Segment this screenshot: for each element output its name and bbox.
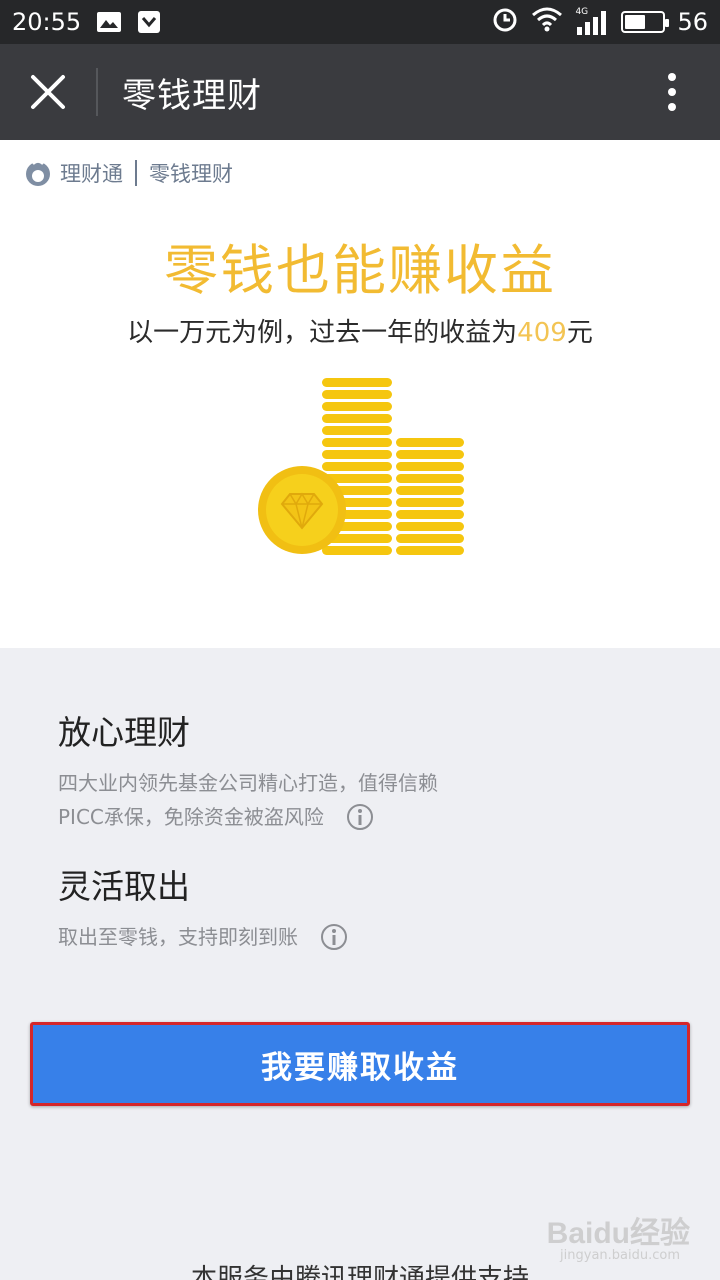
feature-line-text: 取出至零钱，支持即刻到账	[58, 925, 298, 949]
wifi-icon	[531, 6, 563, 38]
brand-section: 零钱理财	[149, 162, 233, 186]
status-bar: 20:55 4G 56	[0, 0, 720, 44]
feature-title: 灵活取出	[58, 867, 190, 906]
hero-subtitle-suffix: 元	[566, 318, 593, 348]
baidu-watermark: Baidu经验	[546, 1217, 690, 1250]
battery-icon	[621, 11, 670, 33]
close-button[interactable]	[0, 44, 96, 140]
brand-breadcrumb: 理财通 零钱理财	[24, 156, 233, 190]
earn-returns-button[interactable]: 我要赚取收益	[30, 1022, 690, 1106]
licaitong-logo-icon	[26, 160, 50, 186]
more-button[interactable]	[624, 44, 720, 140]
feature-line: 取出至零钱，支持即刻到账	[58, 920, 678, 954]
hero-subtitle: 以一万元为例，过去一年的收益为409元	[0, 312, 720, 349]
brand-separator	[135, 160, 137, 186]
network-type-label: 4G	[575, 7, 589, 17]
feature-line-text: PICC承保，免除资金被盗风险	[58, 805, 324, 829]
feature-line-text: 四大业内领先基金公司精心打造，值得信赖	[58, 771, 438, 795]
brand-name[interactable]: 理财通	[60, 158, 123, 188]
hero-subtitle-amount: 409	[517, 318, 567, 348]
notification-shield-icon	[135, 9, 163, 35]
hero-section: 理财通 零钱理财 零钱也能赚收益 以一万元为例，过去一年的收益为409元	[0, 140, 720, 648]
close-icon	[31, 75, 65, 109]
nav-bar: 零钱理财	[0, 44, 720, 140]
signal-icon: 4G	[575, 7, 609, 35]
more-vertical-icon	[668, 73, 676, 111]
feature-safe: 放心理财 四大业内领先基金公司精心打造，值得信赖 PICC承保，免除资金被盗风险	[58, 706, 678, 834]
alarm-icon	[491, 5, 519, 39]
feature-flexible: 灵活取出 取出至零钱，支持即刻到账	[58, 860, 678, 954]
feature-line: PICC承保，免除资金被盗风险	[58, 800, 678, 834]
notification-image-icon	[95, 9, 123, 35]
feature-title: 放心理财	[58, 713, 190, 752]
hero-subtitle-prefix: 以一万元为例，过去一年的收益为	[127, 318, 518, 348]
coin-stack-icon	[258, 378, 464, 555]
footer-support-text: 本服务由腾讯理财通提供支持	[190, 1264, 529, 1280]
info-icon[interactable]	[320, 923, 348, 951]
battery-level	[625, 15, 646, 29]
info-icon[interactable]	[346, 803, 374, 831]
status-time: 20:55	[12, 8, 82, 36]
battery-percent: 56	[677, 8, 708, 36]
hero-headline: 零钱也能赚收益	[164, 239, 556, 302]
feature-line: 四大业内领先基金公司精心打造，值得信赖	[58, 766, 678, 800]
nav-divider	[96, 68, 98, 116]
features-list: 放心理财 四大业内领先基金公司精心打造，值得信赖 PICC承保，免除资金被盗风险…	[58, 706, 678, 954]
page-title: 零钱理财	[122, 75, 262, 116]
